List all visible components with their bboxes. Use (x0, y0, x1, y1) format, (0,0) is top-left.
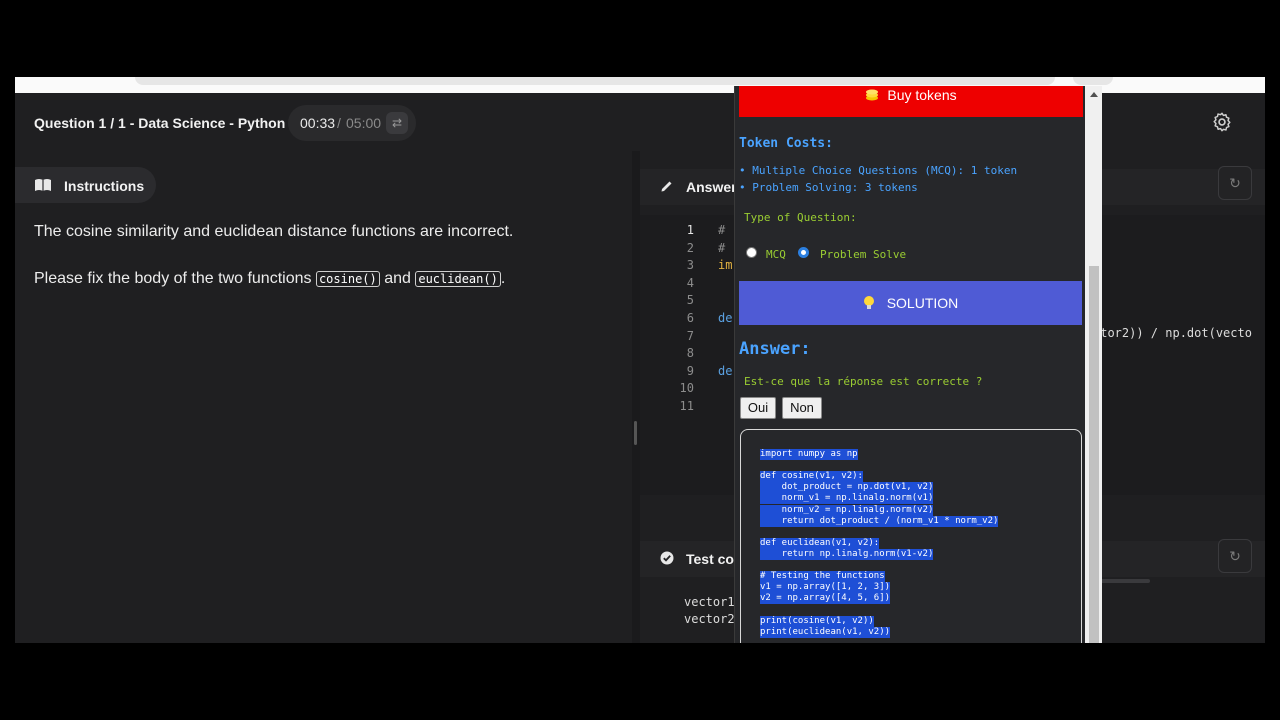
reset-answer-button[interactable]: ↻ (1218, 166, 1252, 200)
line-number: 11 (679, 399, 694, 413)
line-number: 9 (686, 364, 694, 378)
line-number: 10 (679, 381, 694, 395)
test-label: Test co (686, 551, 734, 567)
code-overflow-text: ctor2)) / np.dot(vecto (1093, 326, 1252, 340)
instruction-prefix: Please fix the body of the two functions (34, 270, 316, 287)
book-icon (35, 179, 51, 191)
line-number: 3 (686, 258, 694, 272)
popup-scrollbar-thumb[interactable] (1089, 266, 1099, 643)
code-line: de (718, 311, 733, 325)
line-number: 8 (686, 346, 694, 360)
correct-question: Est-ce que la réponse est correcte ? (744, 375, 983, 388)
instruction-text-1: The cosine similarity and euclidean dist… (34, 223, 514, 240)
radio-problem-solve[interactable] (798, 247, 809, 258)
buy-tokens-label: Buy tokens (887, 87, 957, 103)
test-code-line: vector2 (684, 612, 735, 626)
timer-total: 05:00 (346, 115, 382, 131)
solution-code-line: norm_v2 = np.linalg.norm(v2) (760, 504, 934, 516)
solution-code-line: def euclidean(v1, v2): (760, 537, 880, 549)
swap-icon[interactable]: ⇄ (386, 112, 408, 134)
solution-code-line: v2 = np.array([4, 5, 6]) (760, 593, 891, 605)
euclidean-code-chip: euclidean() (415, 271, 501, 287)
solution-code-line: return dot_product / (norm_v1 * norm_v2) (760, 515, 999, 527)
line-number: 4 (686, 276, 694, 290)
yes-button[interactable]: Oui (740, 397, 776, 419)
solution-code-box[interactable]: import numpy as np def cosine(v1, v2): do… (740, 429, 1082, 643)
scroll-up-arrow-icon[interactable] (1090, 92, 1098, 97)
radio-problem-label: Problem Solve (820, 248, 907, 261)
line-number: 5 (686, 293, 694, 307)
buy-tokens-button[interactable]: Buy tokens (739, 86, 1083, 117)
pane-splitter[interactable] (632, 151, 640, 643)
line-number: 1 (686, 223, 694, 237)
line-number: 6 (686, 311, 694, 325)
test-code-line: vector1 (684, 595, 735, 609)
instructions-label: Instructions (64, 178, 145, 194)
solution-code-line: import numpy as np (760, 449, 858, 460)
radio-mcq[interactable] (746, 247, 757, 258)
question-type-label: Type of Question: (744, 211, 857, 224)
code-line: # (718, 223, 726, 237)
settings-gear-icon[interactable] (1211, 111, 1233, 133)
token-costs-title: Token Costs: (739, 136, 833, 151)
line-number: 7 (686, 329, 694, 343)
tab-instructions[interactable]: Instructions (15, 167, 156, 203)
reset-test-button[interactable]: ↻ (1218, 539, 1252, 573)
solution-code-line: norm_v1 = np.linalg.norm(v1) (760, 493, 934, 505)
instruction-text-2: Please fix the body of the two functions… (34, 270, 505, 288)
cosine-code-chip: cosine() (315, 271, 380, 287)
line-number: 2 (686, 241, 694, 255)
no-button[interactable]: Non (782, 397, 822, 419)
question-title: Question 1 / 1 - Data Science - Python (34, 115, 286, 131)
token-cost-mcq: • Multiple Choice Questions (MCQ): 1 tok… (739, 164, 1018, 177)
solution-code-line: # Testing the functions (760, 571, 885, 583)
solution-code-line: dot_product = np.dot(v1, v2) (760, 482, 934, 494)
address-bar-hint[interactable] (135, 77, 1055, 85)
solution-code-line: def cosine(v1, v2): (760, 471, 863, 483)
browser-button-hint[interactable] (1073, 77, 1113, 85)
instructions-pane: Instructions The cosine similarity and e… (15, 151, 632, 643)
solution-button[interactable]: SOLUTION (739, 281, 1082, 325)
splitter-handle[interactable] (634, 421, 637, 445)
coin-icon (866, 89, 879, 101)
popup-scrollbar[interactable] (1085, 86, 1102, 643)
answer-title: Answer: (739, 339, 811, 359)
solution-code-line: print(cosine(v1, v2)) (760, 615, 874, 627)
extension-popup: Buy tokens Token Costs: • Multiple Choic… (734, 86, 1102, 643)
solution-code-line: v1 = np.array([1, 2, 3]) (760, 582, 891, 594)
pencil-icon (661, 181, 672, 192)
answer-label: Answer (686, 179, 737, 195)
timer: 00:33 / 05:00 ⇄ (288, 105, 416, 141)
code-line: de (718, 364, 733, 378)
code-line: # (718, 241, 726, 255)
instruction-mid: and (379, 270, 416, 287)
lightbulb-icon (863, 296, 874, 309)
solution-label: SOLUTION (886, 295, 959, 311)
solution-code-line: print(euclidean(v1, v2)) (760, 626, 891, 638)
code-line: im (718, 258, 733, 272)
check-circle-icon (660, 551, 674, 565)
token-cost-problem: • Problem Solving: 3 tokens (739, 181, 918, 194)
solution-code-line: return np.linalg.norm(v1-v2) (760, 548, 934, 560)
timer-elapsed: 00:33 (300, 115, 336, 131)
timer-separator: / (337, 115, 341, 131)
instruction-suffix: . (500, 270, 506, 287)
radio-mcq-label: MCQ (766, 248, 786, 261)
